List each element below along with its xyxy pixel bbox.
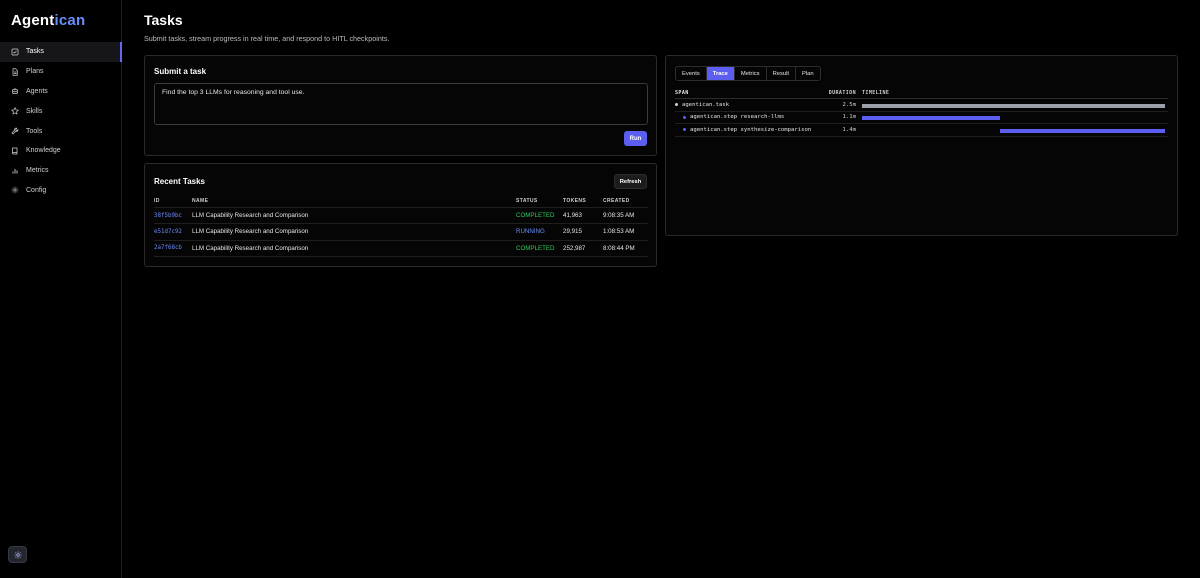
- checkbox-icon: [11, 48, 19, 56]
- tab-events[interactable]: Events: [676, 67, 707, 80]
- span-name: agentican.step synthesize-comparison: [690, 126, 812, 133]
- column-header-timeline: TIMELINE: [862, 89, 890, 96]
- span-name: agentican.task: [682, 101, 730, 108]
- sidebar-item-config[interactable]: Config: [0, 181, 121, 201]
- task-id-link[interactable]: 2a7f68cb: [154, 245, 192, 251]
- span-name-cell: agentican.step research-llms: [675, 114, 825, 120]
- document-icon: [12, 68, 18, 76]
- task-tokens: 29,915: [563, 228, 582, 236]
- sidebar-item-agents[interactable]: Agents: [0, 82, 121, 102]
- task-name: LLM Capability Research and Comparison: [192, 244, 309, 252]
- span-name-cell: agentican.task: [675, 102, 825, 108]
- sidebar-item-label: Tools: [26, 127, 43, 135]
- sidebar-item-label: Config: [26, 186, 47, 194]
- gear-icon: [11, 187, 19, 194]
- theme-toggle-button[interactable]: [8, 546, 27, 563]
- sidebar-item-label: Metrics: [26, 167, 49, 175]
- span-dot-icon: [683, 115, 686, 119]
- page-subtitle: Submit tasks, stream progress in real ti…: [144, 34, 390, 43]
- column-header-status: STATUS: [516, 198, 538, 204]
- submit-task-title: Submit a task: [154, 67, 207, 76]
- sidebar-item-tools[interactable]: Tools: [0, 121, 121, 141]
- task-tokens: 252,987: [563, 244, 586, 252]
- trace-span-row[interactable]: agentican.task 2.5m: [675, 99, 1168, 112]
- sidebar-item-label: Plans: [26, 68, 44, 76]
- star-icon: [11, 107, 19, 115]
- sidebar-item-label: Agents: [26, 87, 48, 95]
- recent-tasks-title: Recent Tasks: [154, 177, 205, 186]
- span-timeline-bar: [862, 103, 1165, 108]
- task-tokens: 41,963: [563, 212, 582, 220]
- sidebar-item-label: Tasks: [26, 48, 44, 56]
- trace-header: SPAN DURATION TIMELINE: [675, 87, 1168, 99]
- recent-tasks-table: ID NAME STATUS TOKENS CREATED 38f5b9bc L…: [154, 195, 648, 257]
- sidebar-item-tasks[interactable]: Tasks: [0, 42, 122, 62]
- submit-task-card: Submit a task Run: [144, 55, 657, 156]
- task-input[interactable]: [154, 83, 648, 125]
- column-header-name: NAME: [192, 198, 209, 204]
- trace-span-row[interactable]: agentican.step synthesize-comparison 1.4m: [675, 124, 1168, 137]
- sidebar-item-metrics[interactable]: Metrics: [0, 161, 121, 181]
- status-badge: RUNNING: [516, 228, 545, 236]
- column-header-span: SPAN: [675, 89, 689, 96]
- trace-span-table: SPAN DURATION TIMELINE agentican.task 2.5…: [675, 87, 1168, 137]
- tab-trace[interactable]: Trace: [706, 67, 735, 80]
- span-timeline: [856, 112, 1168, 124]
- sidebar-item-knowledge[interactable]: Knowledge: [0, 141, 121, 161]
- sidebar: Agentican Tasks Plans Agents Skills Tool…: [0, 0, 122, 578]
- sun-icon: [14, 551, 21, 558]
- sidebar-item-label: Knowledge: [26, 147, 61, 155]
- page-title: Tasks: [144, 12, 183, 28]
- tab-metrics[interactable]: Metrics: [735, 67, 767, 80]
- refresh-button[interactable]: Refresh: [614, 174, 647, 189]
- detail-tabs: Events Trace Metrics Result Plan: [675, 66, 821, 81]
- task-created: 9:08:35 AM: [603, 212, 635, 220]
- sidebar-item-plans[interactable]: Plans: [0, 62, 121, 82]
- column-header-tokens: TOKENS: [563, 198, 587, 204]
- table-row[interactable]: 38f5b9bc LLM Capability Research and Com…: [154, 208, 648, 225]
- span-timeline-bar: [862, 116, 1000, 120]
- table-row[interactable]: 2a7f68cb LLM Capability Research and Com…: [154, 241, 648, 257]
- span-name-cell: agentican.step synthesize-comparison: [675, 127, 825, 133]
- status-badge: COMPLETED: [516, 212, 555, 220]
- status-badge: COMPLETED: [516, 244, 555, 252]
- column-header-id: ID: [154, 198, 160, 204]
- task-name: LLM Capability Research and Comparison: [192, 228, 309, 236]
- trace-span-row[interactable]: agentican.step research-llms 1.1m: [675, 112, 1168, 124]
- sidebar-item-skills[interactable]: Skills: [0, 101, 121, 121]
- table-header: ID NAME STATUS TOKENS CREATED: [154, 195, 648, 208]
- column-header-duration: DURATION: [828, 89, 856, 96]
- sidebar-nav: Tasks Plans Agents Skills Tools Knowledg…: [0, 42, 122, 201]
- span-duration: 1.1m: [842, 114, 856, 121]
- recent-tasks-card: Recent Tasks Refresh ID NAME STATUS TOKE…: [144, 163, 657, 267]
- book-icon: [12, 147, 18, 155]
- span-timeline: [856, 124, 1168, 136]
- table-row[interactable]: e51d7c92 LLM Capability Research and Com…: [154, 224, 648, 241]
- span-timeline-bar: [999, 128, 1165, 133]
- wrench-icon: [11, 127, 19, 135]
- span-dot-icon: [675, 103, 678, 107]
- bar-chart-icon: [12, 168, 18, 174]
- task-detail-card: Events Trace Metrics Result Plan SPAN DU…: [665, 55, 1178, 236]
- tab-plan[interactable]: Plan: [796, 67, 820, 80]
- run-button[interactable]: Run: [624, 131, 647, 146]
- main-content: Tasks Submit tasks, stream progress in r…: [122, 0, 1200, 578]
- span-duration: 2.5m: [842, 101, 856, 108]
- sidebar-item-label: Skills: [26, 107, 43, 115]
- robot-icon: [12, 88, 18, 95]
- span-duration: 1.4m: [842, 126, 856, 133]
- task-id-link[interactable]: 38f5b9bc: [154, 213, 192, 219]
- task-name: LLM Capability Research and Comparison: [192, 212, 309, 220]
- span-dot-icon: [683, 128, 686, 132]
- span-name: agentican.step research-llms: [690, 114, 785, 121]
- column-header-created: CREATED: [603, 198, 630, 204]
- tab-result[interactable]: Result: [767, 67, 797, 80]
- span-timeline: [856, 99, 1168, 111]
- task-created: 8:08:44 PM: [603, 244, 635, 252]
- task-id-link[interactable]: e51d7c92: [154, 229, 192, 235]
- task-created: 1:08:53 AM: [603, 228, 635, 236]
- app-logo[interactable]: Agentican: [0, 12, 121, 32]
